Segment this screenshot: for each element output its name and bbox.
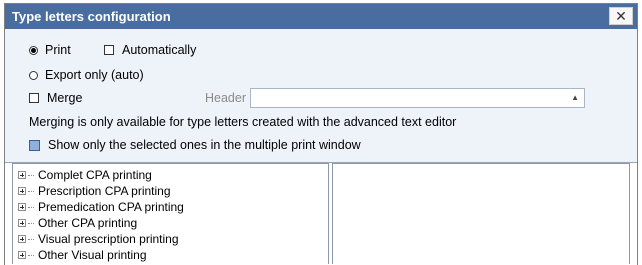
export-radio[interactable] xyxy=(29,70,38,80)
tree-item-label: Visual prescription printing xyxy=(38,232,179,246)
expand-plus-icon[interactable] xyxy=(18,251,26,259)
tree-item[interactable]: Prescription CPA printing xyxy=(18,183,171,199)
close-icon: ✕ xyxy=(615,7,627,24)
tree-connector xyxy=(28,190,34,192)
header-label: Header xyxy=(205,91,246,105)
header-dropdown[interactable]: ▲ xyxy=(250,88,585,108)
window-title: Type letters configuration xyxy=(12,9,171,24)
dialog-window: Type letters configuration ✕ Print Autom… xyxy=(4,3,638,265)
dropdown-arrow-icon[interactable]: ▲ xyxy=(571,93,579,102)
print-radio[interactable] xyxy=(29,45,38,55)
tree-item-label: Other Visual printing xyxy=(38,248,147,262)
tree-item[interactable]: Visual prescription printing xyxy=(18,231,179,247)
detail-pane[interactable] xyxy=(332,163,630,264)
tree-item[interactable]: Other CPA printing xyxy=(18,215,137,231)
export-radio-row[interactable]: Export only (auto) xyxy=(29,68,144,82)
automatically-checkbox-row[interactable]: Automatically xyxy=(104,43,196,57)
print-radio-row[interactable]: Print xyxy=(29,43,71,57)
tree-connector xyxy=(28,174,34,176)
tree-item[interactable]: Complet CPA printing xyxy=(18,167,152,183)
merge-note: Merging is only available for type lette… xyxy=(29,115,457,129)
tree-connector xyxy=(28,206,34,208)
merge-checkbox[interactable] xyxy=(29,93,39,103)
tree-item-label: Premedication CPA printing xyxy=(38,200,184,214)
tree-connector xyxy=(28,222,34,224)
automatically-checkbox[interactable] xyxy=(104,45,114,55)
merge-note-row: Merging is only available for type lette… xyxy=(29,115,456,129)
title-bar[interactable]: Type letters configuration ✕ xyxy=(5,4,637,29)
tree-item-label: Prescription CPA printing xyxy=(38,184,171,198)
expand-plus-icon[interactable] xyxy=(18,235,26,243)
expand-plus-icon[interactable] xyxy=(18,219,26,227)
expand-plus-icon[interactable] xyxy=(18,171,26,179)
expand-plus-icon[interactable] xyxy=(18,203,26,211)
expand-plus-icon[interactable] xyxy=(18,187,26,195)
tree-connector xyxy=(28,238,34,240)
print-label: Print xyxy=(45,43,71,57)
header-label-row: Header xyxy=(205,91,246,105)
close-button[interactable]: ✕ xyxy=(609,7,633,25)
tree-connector xyxy=(28,254,34,256)
tree-item-label: Other CPA printing xyxy=(38,216,138,230)
merge-label: Merge xyxy=(47,91,83,105)
show-selected-checkbox[interactable] xyxy=(29,139,40,151)
type-letters-tree[interactable]: Complet CPA printing Prescription CPA pr… xyxy=(12,163,329,264)
settings-panel: Print Automatically Export only (auto) M… xyxy=(5,29,637,163)
automatically-label: Automatically xyxy=(122,43,197,57)
tree-item[interactable]: Premedication CPA printing xyxy=(18,199,184,215)
tree-item[interactable]: Other Visual printing xyxy=(18,247,147,263)
export-label: Export only (auto) xyxy=(45,68,144,82)
show-selected-label: Show only the selected ones in the multi… xyxy=(48,138,361,152)
tree-item-label: Complet CPA printing xyxy=(38,168,152,182)
show-selected-row[interactable]: Show only the selected ones in the multi… xyxy=(29,138,361,152)
merge-checkbox-row[interactable]: Merge xyxy=(29,91,82,105)
